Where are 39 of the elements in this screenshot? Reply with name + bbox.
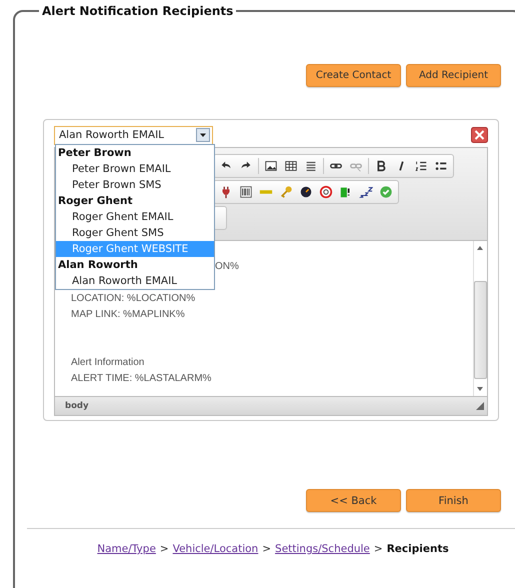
template-text: LOCATION: %LOCATION% bbox=[71, 293, 196, 304]
image-icon[interactable] bbox=[263, 158, 279, 174]
scroll-up-icon[interactable] bbox=[477, 246, 483, 250]
breadcrumb-link[interactable]: Settings/Schedule bbox=[275, 543, 370, 555]
option-group-label: Roger Ghent bbox=[57, 194, 134, 209]
sleep-icon[interactable] bbox=[358, 184, 374, 200]
wizard-button[interactable]: Finish bbox=[406, 489, 501, 512]
dropdown-option[interactable]: Peter Brown EMAIL bbox=[56, 161, 214, 177]
scrollbar[interactable] bbox=[473, 241, 486, 396]
breadcrumb-separator: > bbox=[160, 543, 169, 555]
breadcrumb-current: Recipients bbox=[386, 543, 449, 555]
scroll-down-icon[interactable] bbox=[477, 387, 483, 391]
recipient-select[interactable]: Alan Roworth EMAIL bbox=[54, 126, 213, 144]
gauge-icon[interactable] bbox=[298, 184, 314, 200]
close-icon[interactable] bbox=[471, 127, 488, 143]
breadcrumb-link[interactable]: Name/Type bbox=[97, 543, 156, 555]
option-group-label: Alan Roworth bbox=[57, 258, 139, 273]
resize-grip-icon[interactable] bbox=[476, 402, 484, 410]
breadcrumb-separator: > bbox=[262, 543, 272, 555]
template-text: ON% bbox=[215, 261, 239, 272]
table-icon[interactable] bbox=[283, 158, 299, 174]
template-text: ALERT TIME: %LASTALARM% bbox=[71, 373, 212, 384]
dropdown-option[interactable]: Peter Brown SMS bbox=[56, 177, 214, 193]
breadcrumb-link[interactable]: Vehicle/Location bbox=[172, 543, 258, 555]
wizard-button[interactable]: << Back bbox=[306, 489, 401, 512]
template-text: MAP LINK: %MAPLINK% bbox=[71, 309, 185, 320]
template-text: Alert Information bbox=[71, 357, 144, 368]
barcode-icon[interactable] bbox=[238, 184, 254, 200]
dropdown-option[interactable]: Alan Roworth EMAIL bbox=[56, 273, 214, 289]
action-button[interactable]: Add Recipient bbox=[406, 64, 501, 87]
action-button[interactable]: Create Contact bbox=[306, 64, 401, 87]
check-icon[interactable] bbox=[378, 184, 394, 200]
speed-limit-icon[interactable] bbox=[318, 184, 334, 200]
breadcrumb-separator: > bbox=[374, 543, 383, 555]
panel-title: Alert Notification Recipients bbox=[41, 4, 234, 18]
dropdown-option[interactable]: Roger Ghent EMAIL bbox=[56, 209, 214, 225]
element-path: body bbox=[65, 401, 89, 411]
option-group-label: Peter Brown bbox=[57, 146, 132, 161]
dropdown-option[interactable]: Roger Ghent SMS bbox=[56, 225, 214, 241]
